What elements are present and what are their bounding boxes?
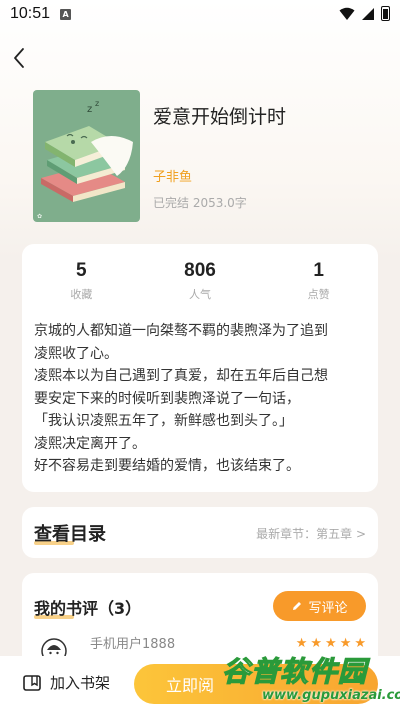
intro-line: 京城的人都知道一向桀骜不羁的裴煦泽为了追到 <box>34 323 328 339</box>
write-review-button[interactable]: 写评论 <box>273 591 366 621</box>
stat-label: 点赞 <box>307 288 330 301</box>
battery-icon <box>381 6 390 21</box>
catalog-card[interactable]: 查看目录 最新章节：第五章 > <box>22 507 378 558</box>
bookshelf-icon <box>23 674 41 691</box>
add-to-shelf-button[interactable]: 加入书架 <box>22 672 110 693</box>
stat-label: 收藏 <box>70 288 93 301</box>
back-button[interactable] <box>10 46 30 70</box>
stats-row: 5 收藏 806 人气 1 点赞 <box>22 260 378 302</box>
book-cover[interactable]: z z ✿ <box>33 90 140 222</box>
star-icon: ★ <box>325 636 337 651</box>
latest-chapter-link[interactable]: 最新章节：第五章 > <box>256 525 366 542</box>
book-author[interactable]: 子非鱼 <box>153 166 192 185</box>
signal-icon <box>362 7 374 20</box>
catalog-title: 查看目录 <box>34 524 106 545</box>
stat-label: 人气 <box>189 288 211 301</box>
rating-stars: ★ ★ ★ ★ ★ <box>296 637 366 650</box>
star-icon: ★ <box>354 636 366 651</box>
book-cover-illustration: z z ✿ <box>33 90 140 222</box>
book-title: 爱意开始倒计时 <box>153 106 287 128</box>
stat-value: 806 <box>184 260 216 281</box>
write-review-label: 写评论 <box>308 600 348 616</box>
star-icon: ★ <box>295 636 308 651</box>
intro-line: 凌熙收了心。 <box>34 345 118 362</box>
reviewer-name: 手机用户1888 <box>90 637 176 652</box>
stat-favorites: 5 收藏 <box>22 260 141 302</box>
watermark-logo: 谷普软件园 www.gupuxiazai.com <box>218 650 400 708</box>
svg-text:✿: ✿ <box>37 213 42 220</box>
book-info-card: 5 收藏 806 人气 1 点赞 京城的人都知道一向桀骜不羁的裴煦泽为了追到 凌… <box>22 244 378 492</box>
book-intro: 京城的人都知道一向桀骜不羁的裴煦泽为了追到 凌熙收了心。 凌熙本以为自己遇到了真… <box>34 320 370 478</box>
intro-line: 好不容易走到要结婚的爱情，也该结束了。 <box>34 458 300 474</box>
notification-icon: A <box>60 8 72 20</box>
svg-text:z: z <box>87 104 92 115</box>
star-icon: ★ <box>310 636 323 651</box>
stat-value: 1 <box>313 260 324 281</box>
status-icons <box>339 6 390 21</box>
intro-line: 「我认识凌熙五年了，新鲜感也到头了。」 <box>34 413 293 429</box>
watermark-url: www.gupuxiazai.com <box>262 688 400 703</box>
svg-text:z: z <box>95 99 99 108</box>
star-icon: ★ <box>339 636 352 651</box>
review-section-title: 我的书评（3） <box>34 599 142 618</box>
stat-value: 5 <box>76 260 87 281</box>
stat-popularity: 806 人气 <box>141 260 260 302</box>
read-now-label: 立即阅 <box>166 676 215 695</box>
add-to-shelf-label: 加入书架 <box>50 674 111 692</box>
intro-line: 要安定下来的时候听到裴煦泽说了一句话， <box>34 390 300 407</box>
book-status: 已完结 2053.0字 <box>153 196 247 210</box>
stat-likes: 1 点赞 <box>259 260 378 302</box>
watermark-title: 谷普软件园 <box>221 654 368 688</box>
status-bar: 10:51 A <box>0 0 400 28</box>
status-time: 10:51 <box>10 5 51 22</box>
intro-line: 凌熙本以为自己遇到了真爱，却在五年后自己想 <box>34 368 328 384</box>
pencil-icon <box>293 602 302 610</box>
wifi-icon <box>339 7 355 20</box>
intro-line: 凌熙决定离开了。 <box>34 435 146 452</box>
